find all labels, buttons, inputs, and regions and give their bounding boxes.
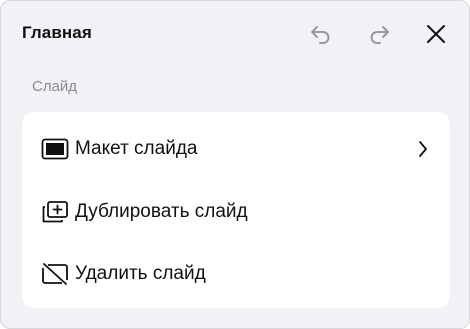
menu-item-delete-slide[interactable]: Удалить слайд bbox=[22, 243, 450, 305]
edit-panel: Главная Слайд Макет слайда Дублировать с… bbox=[0, 0, 470, 329]
menu-item-slide-layout[interactable]: Макет слайда bbox=[22, 118, 450, 180]
undo-icon bbox=[311, 26, 330, 44]
slide-actions-card: Макет слайда Дублировать слайд Удалить с… bbox=[22, 112, 450, 308]
duplicate-slide-icon bbox=[41, 200, 69, 224]
redo-icon bbox=[370, 26, 389, 44]
panel-title: Главная bbox=[22, 23, 92, 42]
chevron-right-icon bbox=[416, 139, 430, 159]
delete-slide-icon bbox=[41, 262, 69, 286]
section-label-slide: Слайд bbox=[32, 78, 78, 95]
close-icon bbox=[427, 25, 445, 43]
menu-item-label: Удалить слайд bbox=[75, 263, 206, 284]
redo-button[interactable] bbox=[364, 19, 394, 49]
slide-layout-icon bbox=[41, 137, 69, 161]
menu-item-label: Дублировать слайд bbox=[75, 201, 248, 222]
menu-item-label: Макет слайда bbox=[75, 138, 198, 159]
menu-item-duplicate-slide[interactable]: Дублировать слайд bbox=[22, 181, 450, 243]
close-button[interactable] bbox=[421, 19, 451, 49]
undo-button[interactable] bbox=[306, 19, 336, 49]
panel-header: Главная bbox=[1, 1, 469, 65]
